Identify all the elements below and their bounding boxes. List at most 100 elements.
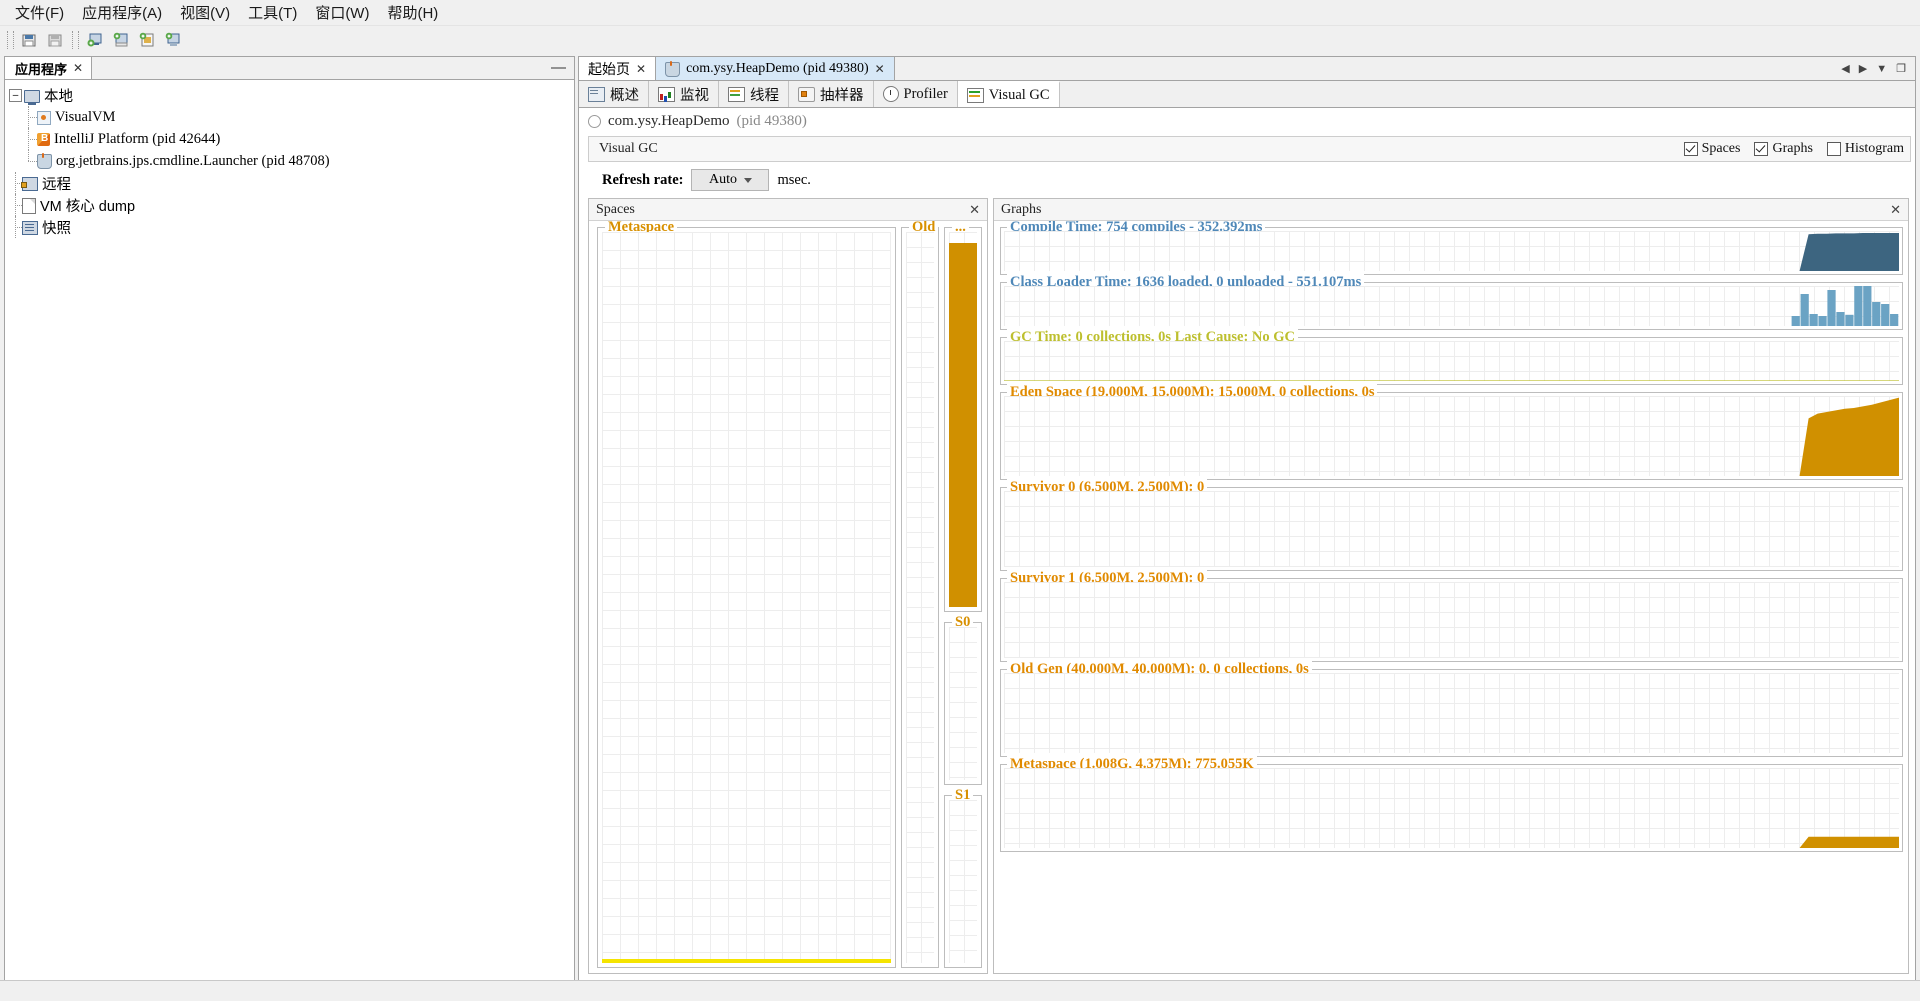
- monitor-chart-icon: [658, 86, 675, 102]
- menu-help[interactable]: 帮助(H): [378, 0, 447, 25]
- scroll-right-icon[interactable]: ▶: [1859, 62, 1867, 75]
- space-eden[interactable]: ...: [944, 221, 982, 613]
- tree-item-label: 快照: [42, 220, 71, 237]
- subtab-profiler[interactable]: Profiler: [873, 81, 958, 107]
- load-heapdump-button[interactable]: [135, 29, 159, 51]
- menu-file[interactable]: 文件(F): [6, 0, 73, 25]
- snapshot-icon: [22, 221, 38, 235]
- scroll-left-icon[interactable]: ◀: [1841, 62, 1849, 75]
- checkbox-histogram[interactable]: Histogram: [1826, 141, 1904, 157]
- graph-old-gen-series: [1004, 673, 1899, 753]
- space-old[interactable]: Old: [901, 221, 939, 968]
- refresh-rate-select[interactable]: Auto: [691, 169, 770, 191]
- add-remote-host-button[interactable]: [83, 29, 107, 51]
- graph-eden-space[interactable]: Eden Space (19.000M, 15.000M): 15.000M, …: [1000, 384, 1903, 480]
- space-survivor0-meter: [949, 627, 977, 781]
- checkbox-spaces[interactable]: Spaces: [1683, 141, 1740, 157]
- graph-metaspace[interactable]: Metaspace (1.008G, 4.375M): 775.055K: [1000, 756, 1903, 852]
- tree-item-label: VM 核心 dump: [40, 198, 136, 215]
- close-icon[interactable]: ✕: [875, 62, 885, 76]
- tree-item-2[interactable]: IntelliJ Platform (pid 42644): [9, 128, 574, 150]
- checkbox-spaces-box[interactable]: [1683, 142, 1698, 156]
- tree-item-1[interactable]: VisualVM: [9, 106, 574, 128]
- open-snapshot-icon: [21, 32, 39, 48]
- applications-tree: – 本地 VisualVM IntelliJ Platform (pid 42644)…: [5, 80, 574, 980]
- space-young-column: ... S0 S1: [944, 221, 982, 968]
- space-old-meter: [906, 232, 934, 963]
- graph-old-gen[interactable]: Old Gen (40.000M, 40.000M): 0, 0 collect…: [1000, 661, 1903, 757]
- tab-label: com.ysy.HeapDemo (pid 49380): [686, 60, 869, 76]
- space-survivor0[interactable]: S0: [944, 614, 982, 786]
- spaces-panel-close-icon[interactable]: ✕: [969, 202, 980, 218]
- save-snapshot-button[interactable]: [44, 29, 68, 51]
- graph-class-loader-time-plot: [1004, 286, 1899, 326]
- menu-window[interactable]: 窗口(W): [306, 0, 378, 25]
- load-application-button[interactable]: [161, 29, 185, 51]
- add-jmx-connection-icon: [112, 32, 130, 48]
- checkbox-histogram-box[interactable]: [1826, 142, 1841, 156]
- space-eden-fill: [949, 243, 977, 608]
- graph-survivor-1[interactable]: Survivor 1 (6.500M, 2.500M): 0: [1000, 570, 1903, 662]
- graph-survivor-0[interactable]: Survivor 0 (6.500M, 2.500M): 0: [1000, 479, 1903, 571]
- space-metaspace[interactable]: Metaspace: [597, 221, 896, 968]
- toolbar-grip-2: [72, 30, 79, 49]
- document-tabbar: 起始页 ✕ com.ysy.HeapDemo (pid 49380) ✕ ◀ ▶ ▼ ❐: [579, 57, 1915, 81]
- tree-item-4[interactable]: 远程: [9, 172, 574, 194]
- graph-compile-time[interactable]: Compile Time: 754 compiles - 352.392ms: [1000, 221, 1903, 275]
- applications-tabbar-filler: —: [92, 57, 574, 79]
- status-bar: [0, 980, 1920, 1001]
- subtab-label: 抽样器: [820, 87, 864, 104]
- tab-applications[interactable]: 应用程序 ✕: [5, 57, 93, 79]
- tab-list-icon[interactable]: ▼: [1876, 63, 1887, 75]
- chevron-down-icon: [743, 177, 752, 183]
- tree-expander-icon[interactable]: –: [9, 88, 22, 102]
- graph-class-loader-time-series: [1791, 286, 1899, 326]
- menu-tools[interactable]: 工具(T): [239, 0, 306, 25]
- main-area: 应用程序 ✕ — – 本地 VisualVM IntelliJ Platform (p…: [0, 53, 1920, 1001]
- status-ring-icon: [588, 114, 601, 128]
- tree-item-6[interactable]: 快照: [9, 216, 574, 238]
- maximize-icon[interactable]: ❐: [1896, 62, 1906, 75]
- minimize-button[interactable]: —: [551, 60, 566, 75]
- tab-heapdemo[interactable]: com.ysy.HeapDemo (pid 49380) ✕: [656, 57, 895, 80]
- subtab-sampler[interactable]: 抽样器: [789, 81, 874, 107]
- menu-applications[interactable]: 应用程序(A): [73, 0, 171, 25]
- graphs-panel-title: Graphs ✕: [994, 199, 1908, 221]
- tree-item-label: 远程: [42, 176, 71, 193]
- graph-old-gen-plot: [1004, 673, 1899, 753]
- space-survivor1-meter: [949, 800, 977, 963]
- checkbox-graphs[interactable]: Graphs: [1754, 141, 1813, 157]
- visualvm-window: 文件(F) 应用程序(A) 视图(V) 工具(T) 窗口(W) 帮助(H) 应用…: [0, 0, 1920, 1001]
- close-icon[interactable]: ✕: [636, 62, 646, 76]
- spaces-panel: Spaces ✕ Metaspace Old ... S0 S1: [588, 198, 988, 974]
- checkbox-graphs-box[interactable]: [1754, 142, 1769, 156]
- tree-item-5[interactable]: VM 核心 dump: [9, 194, 574, 216]
- close-icon[interactable]: ✕: [73, 61, 83, 75]
- graph-class-loader-time[interactable]: Class Loader Time: 1636 loaded, 0 unload…: [1000, 274, 1903, 330]
- open-snapshot-button[interactable]: [18, 29, 42, 51]
- space-survivor1[interactable]: S1: [944, 787, 982, 968]
- tree-item-0[interactable]: – 本地: [9, 84, 574, 106]
- graphs-panel-close-icon[interactable]: ✕: [1890, 202, 1901, 218]
- menu-bar: 文件(F) 应用程序(A) 视图(V) 工具(T) 窗口(W) 帮助(H): [0, 0, 1920, 26]
- graph-survivor-1-plot: [1004, 582, 1899, 658]
- graph-compile-time-plot: [1004, 231, 1899, 271]
- refresh-rate-label: Refresh rate:: [602, 171, 684, 188]
- overview-icon: [588, 86, 605, 102]
- tree-item-3[interactable]: org.jetbrains.jps.cmdline.Launcher (pid …: [9, 150, 574, 172]
- visualgc-title: Visual GC: [599, 141, 658, 156]
- menu-view[interactable]: 视图(V): [171, 0, 239, 25]
- tab-start-page[interactable]: 起始页 ✕: [579, 57, 657, 80]
- subtab-threads[interactable]: 线程: [719, 81, 789, 107]
- subtab-visualgc[interactable]: Visual GC: [957, 81, 1060, 107]
- graph-gc-time[interactable]: GC Time: 0 collections, 0s Last Cause: N…: [1000, 329, 1903, 385]
- graph-eden-space-series: [1004, 397, 1899, 476]
- add-jmx-connection-button[interactable]: [109, 29, 133, 51]
- subtab-monitor[interactable]: 监视: [649, 81, 719, 107]
- space-metaspace-fill: [602, 959, 891, 963]
- subtab-overview[interactable]: 概述: [579, 81, 649, 107]
- toolbar: [0, 26, 1920, 54]
- tree-guide: [9, 216, 24, 238]
- tree-item-label: org.jetbrains.jps.cmdline.Launcher (pid …: [56, 152, 330, 169]
